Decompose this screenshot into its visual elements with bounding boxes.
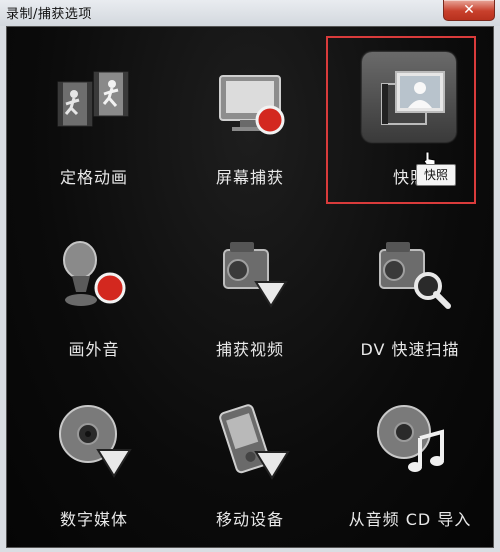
option-voiceover[interactable]: 画外音: [24, 212, 164, 362]
option-snapshot[interactable]: 快照: [340, 40, 480, 190]
option-label: 屏幕捕获: [215, 168, 284, 187]
option-label: 快照: [392, 168, 427, 187]
option-mobile-device[interactable]: 移动设备: [180, 382, 320, 532]
capture-options-window: 录制/捕获选项 ✕ 定格动画 屏幕捕获 快照 画外音 捕获视频 DV 快速扫描 …: [0, 0, 500, 552]
option-label: 画外音: [68, 340, 120, 359]
camcorder-scan-icon: [379, 242, 451, 309]
snapshot-icon: [381, 71, 445, 125]
screen-capture-icon: [219, 75, 285, 135]
close-button[interactable]: ✕: [443, 0, 495, 21]
option-capture-video[interactable]: 捕获视频: [180, 212, 320, 362]
microphone-record-icon: [63, 241, 126, 306]
option-label: 从音频 CD 导入: [348, 510, 472, 529]
stop-motion-icon: [57, 71, 129, 127]
camcorder-capture-icon: [223, 242, 288, 308]
tooltip: 快照: [416, 164, 456, 186]
window-title: 录制/捕获选项: [6, 7, 92, 22]
audio-cd-icon: [377, 405, 444, 472]
mobile-device-icon: [219, 404, 290, 480]
option-screen-capture[interactable]: 屏幕捕获: [180, 40, 320, 190]
close-icon: ✕: [463, 2, 475, 18]
option-label: 定格动画: [59, 168, 128, 187]
option-stop-motion[interactable]: 定格动画: [24, 40, 164, 190]
option-label: 数字媒体: [59, 510, 128, 529]
option-import-audio-cd[interactable]: 从音频 CD 导入: [340, 382, 480, 532]
option-digital-media[interactable]: 数字媒体: [24, 382, 164, 532]
option-label: 捕获视频: [215, 340, 284, 359]
title-bar: 录制/捕获选项 ✕: [0, 0, 500, 26]
option-label: 移动设备: [215, 510, 284, 529]
disc-import-icon: [59, 405, 132, 478]
option-label: DV 快速扫描: [360, 340, 460, 359]
option-dv-quick-scan[interactable]: DV 快速扫描: [340, 212, 480, 362]
